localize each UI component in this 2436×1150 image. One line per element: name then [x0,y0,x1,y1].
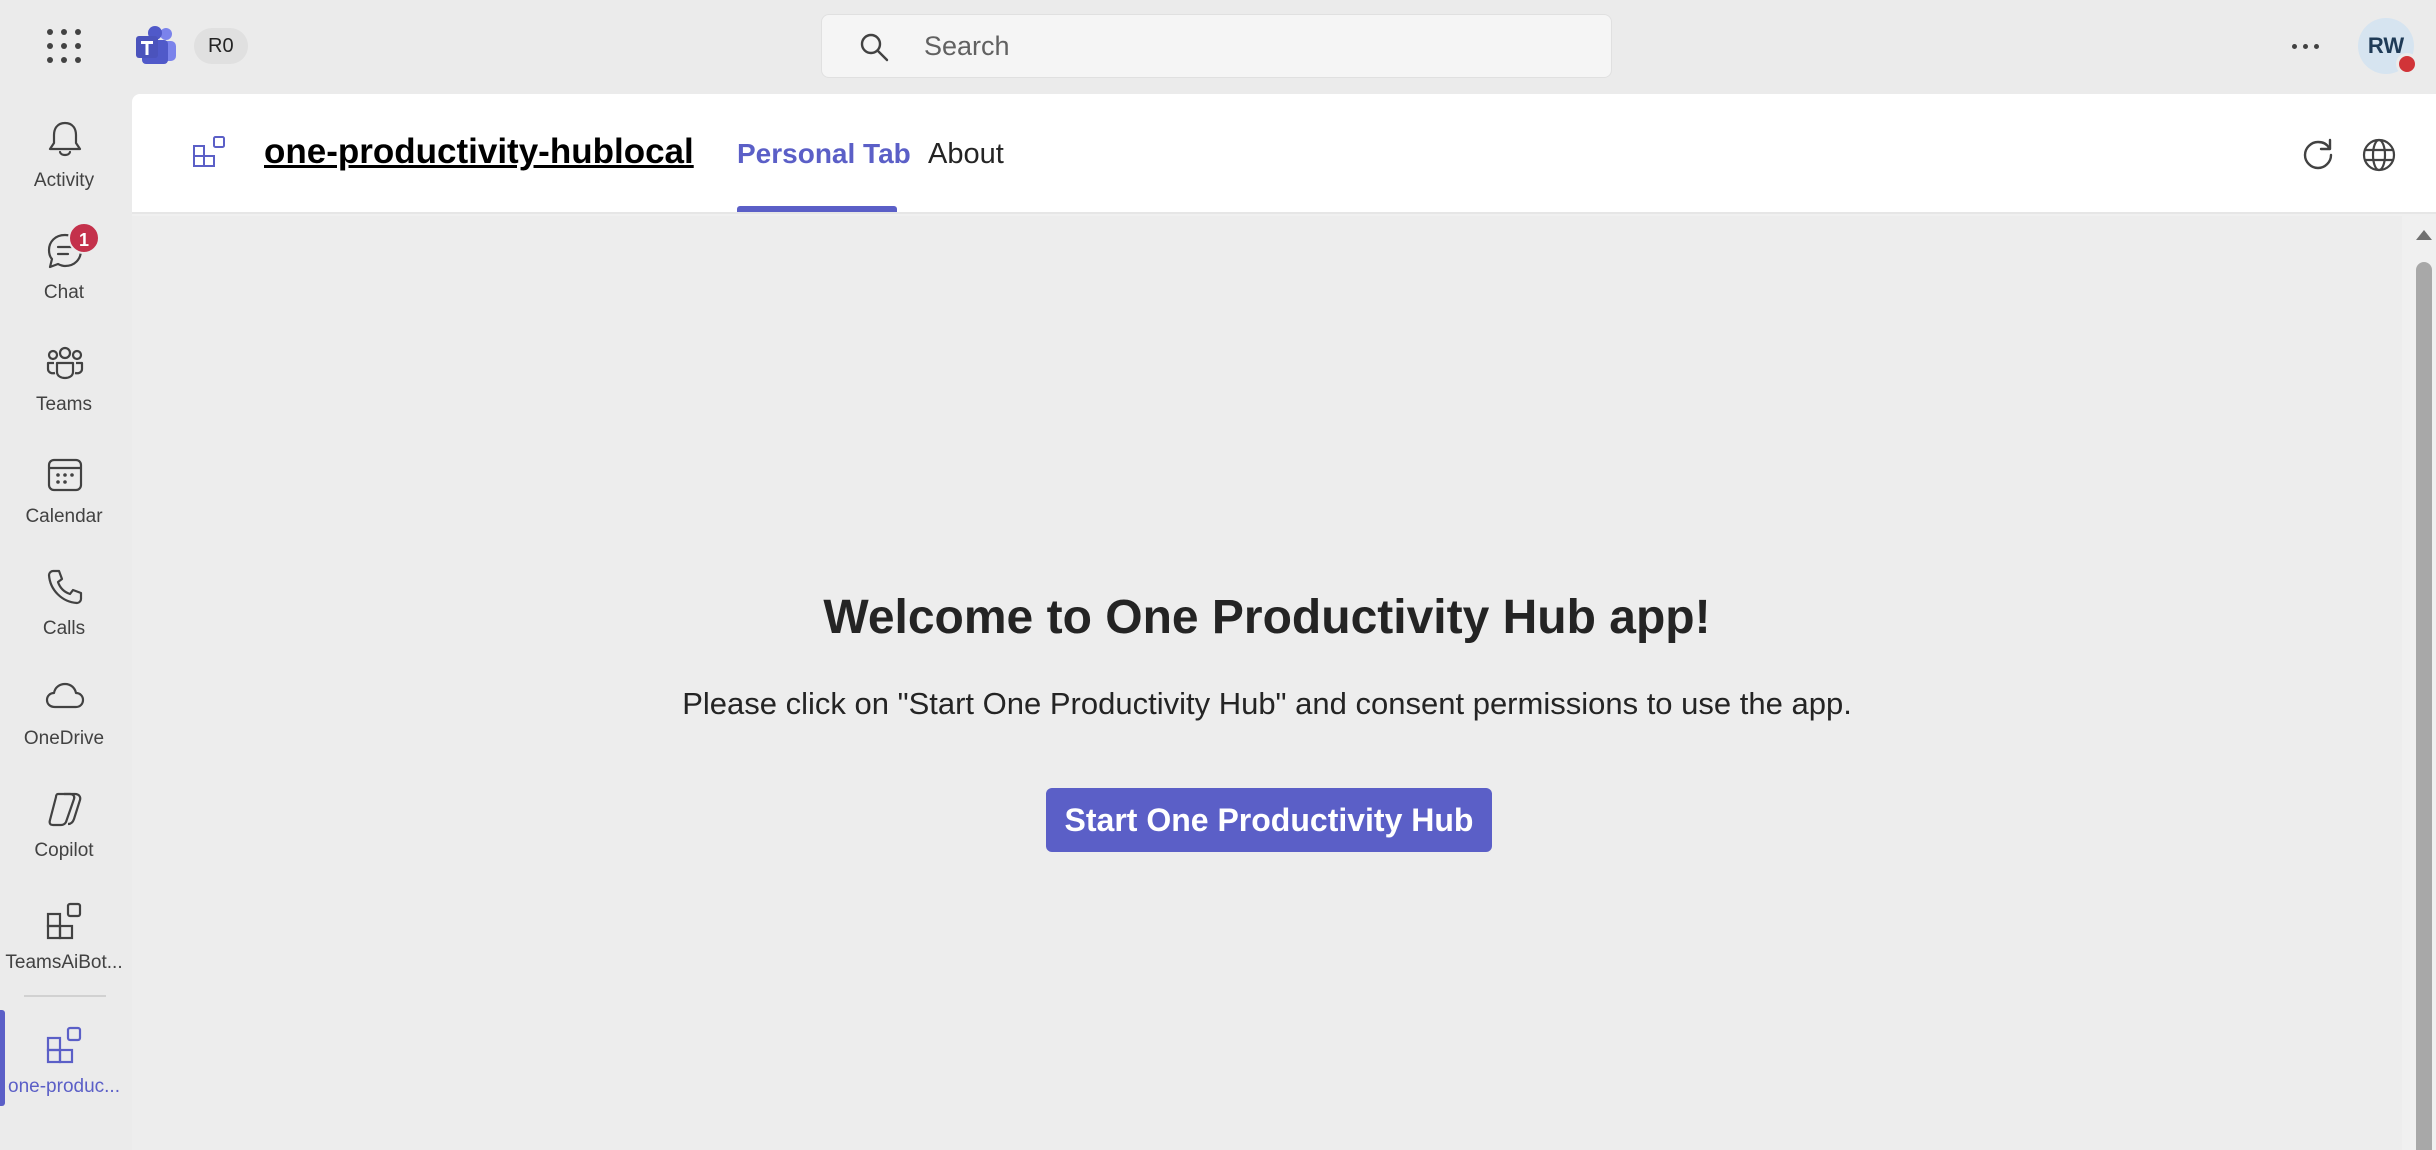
apps-icon [46,1026,82,1064]
app-launcher-icon[interactable] [44,26,84,66]
rail-item-one-productivity[interactable]: one-produc... [0,1010,128,1114]
app-icon [193,136,225,167]
bell-icon [48,121,82,157]
app-header: one-productivity-hublocal Personal Tab A… [132,94,2436,214]
rail-item-copilot[interactable]: Copilot [0,774,128,878]
active-tab-indicator [737,206,897,212]
calendar-icon [47,458,83,492]
cloud-icon [45,682,85,709]
scroll-up-arrow-icon[interactable] [2416,230,2432,240]
more-options-icon[interactable] [2284,24,2328,68]
rail-item-chat[interactable]: 1 Chat [0,216,128,320]
rail-item-label: Teams [36,394,92,415]
teams-icon [46,346,84,380]
rail-item-label: Activity [33,170,95,191]
rail-item-teamsaibot[interactable]: TeamsAiBot... [0,886,128,990]
instructions-text: Please click on "Start One Productivity … [682,686,1852,721]
search-icon [860,33,889,62]
rail-item-activity[interactable]: Activity [0,104,128,208]
search-bar[interactable] [821,14,1612,78]
globe-icon[interactable] [2360,136,2398,174]
rail-item-teams[interactable]: Teams [0,328,128,432]
start-one-productivity-hub-button[interactable]: Start One Productivity Hub [1046,788,1492,852]
teams-logo-icon [136,26,176,64]
copilot-icon [48,792,82,827]
scrollbar[interactable] [2402,216,2436,1150]
rail-item-label: Calls [42,618,86,639]
left-rail: Activity 1 Chat Teams Calendar Calls One… [0,94,130,1150]
tab-content: Welcome to One Productivity Hub app! Ple… [132,216,2402,1150]
rail-item-label: Chat [43,282,85,303]
rail-item-calendar[interactable]: Calendar [0,440,128,544]
rail-item-onedrive[interactable]: OneDrive [0,662,128,766]
app-title[interactable]: one-productivity-hublocal [264,132,694,172]
rail-item-label: OneDrive [23,728,105,749]
phone-icon [47,569,83,605]
rail-divider [24,995,106,997]
top-bar: R0 RW [0,0,2436,94]
tab-personal-tab[interactable]: Personal Tab [737,138,911,170]
refresh-icon[interactable] [2300,136,2338,174]
welcome-heading: Welcome to One Productivity Hub app! [823,591,1711,644]
presence-busy-icon [2396,53,2418,75]
search-input[interactable] [924,15,1584,77]
tenant-badge[interactable]: R0 [194,28,248,64]
rail-item-label: one-produc... [8,1076,120,1097]
rail-item-label: TeamsAiBot... [5,952,123,973]
tab-about[interactable]: About [928,138,1004,171]
rail-item-label: Calendar [25,506,103,527]
main-panel: one-productivity-hublocal Personal Tab A… [132,94,2436,1150]
unread-badge: 1 [68,222,100,254]
rail-item-calls[interactable]: Calls [0,552,128,656]
apps-icon [46,902,82,940]
rail-item-label: Copilot [34,840,94,861]
scrollbar-thumb[interactable] [2416,262,2432,1150]
